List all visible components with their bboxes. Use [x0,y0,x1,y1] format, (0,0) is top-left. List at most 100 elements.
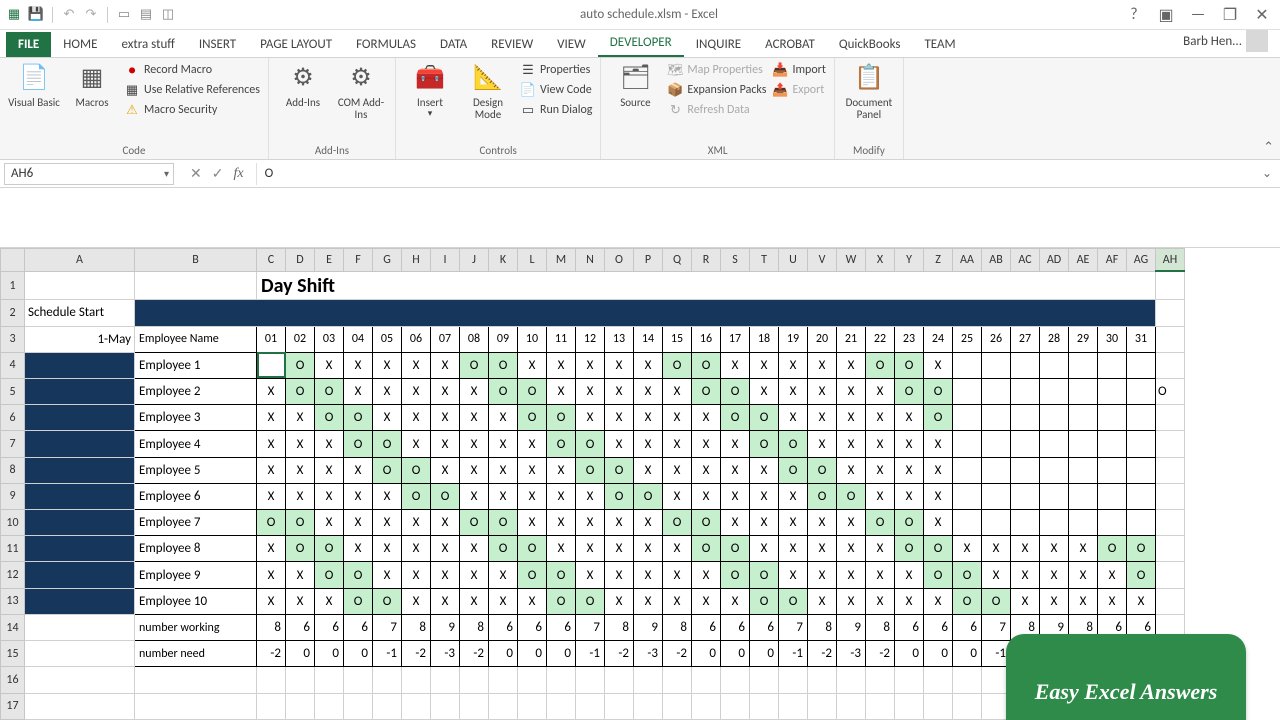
schedule-cell[interactable]: O [692,536,721,562]
schedule-cell[interactable]: O [924,536,953,562]
schedule-cell[interactable]: X [286,405,315,431]
close-icon[interactable]: ✕ [1250,5,1274,25]
col-header[interactable]: P [634,249,663,272]
schedule-cell[interactable]: O [663,352,692,378]
cancel-icon[interactable]: ✕ [190,165,202,182]
schedule-cell[interactable]: X [634,431,663,457]
schedule-cell[interactable]: X [576,562,605,588]
schedule-cell[interactable]: X [634,536,663,562]
schedule-cell[interactable]: X [779,405,808,431]
schedule-cell[interactable]: O [924,405,953,431]
addins-button[interactable]: ⚙Add-Ins [277,62,329,109]
schedule-cell[interactable]: O [431,483,460,509]
schedule-cell[interactable]: X [1011,588,1040,614]
schedule-cell[interactable] [1098,405,1127,431]
schedule-cell[interactable]: X [576,378,605,404]
refresh-data-button[interactable]: ↻Refresh Data [667,102,766,118]
schedule-cell[interactable]: O [721,536,750,562]
need-cell[interactable]: 0 [692,641,721,667]
chevron-down-icon[interactable]: ▾ [164,167,169,180]
schedule-cell[interactable] [1011,405,1040,431]
col-header[interactable]: E [315,249,344,272]
schedule-cell[interactable]: X [402,588,431,614]
com-addins-button[interactable]: ⚙COM Add-Ins [335,62,387,121]
col-header[interactable]: A [25,249,135,272]
schedule-cell[interactable]: X [344,352,373,378]
employee-name[interactable]: Employee 5 [135,457,257,483]
schedule-cell[interactable]: O [895,510,924,536]
schedule-cell[interactable]: X [315,588,344,614]
fx-icon[interactable]: fx [233,166,243,182]
schedule-cell[interactable]: X [402,378,431,404]
schedule-cell[interactable]: O [750,405,779,431]
row-header[interactable]: 11 [1,536,25,562]
schedule-cell[interactable]: X [837,378,866,404]
schedule-cell[interactable]: X [489,405,518,431]
schedule-cell[interactable] [1011,378,1040,404]
tab-home[interactable]: HOME [51,32,109,57]
schedule-cell[interactable]: X [634,510,663,536]
schedule-cell[interactable] [1127,378,1156,404]
schedule-cell[interactable]: X [402,405,431,431]
need-cell[interactable]: 0 [489,641,518,667]
schedule-cell[interactable]: X [1127,588,1156,614]
schedule-cell[interactable]: X [721,457,750,483]
schedule-cell[interactable]: X [924,588,953,614]
schedule-cell[interactable]: X [373,378,402,404]
schedule-cell[interactable] [953,510,982,536]
schedule-cell[interactable]: X [518,431,547,457]
schedule-cell[interactable]: X [605,562,634,588]
row-header[interactable]: 8 [1,457,25,483]
employee-name[interactable]: Employee 3 [135,405,257,431]
schedule-cell[interactable]: X [1011,536,1040,562]
schedule-cell[interactable]: O [953,562,982,588]
schedule-cell[interactable]: X [808,405,837,431]
need-cell[interactable]: 0 [721,641,750,667]
schedule-cell[interactable]: O [286,536,315,562]
schedule-cell[interactable] [953,457,982,483]
schedule-cell[interactable]: X [808,536,837,562]
schedule-cell[interactable] [982,483,1011,509]
schedule-cell[interactable]: O [1098,536,1127,562]
schedule-cell[interactable]: X [431,510,460,536]
schedule-cell[interactable]: X [402,562,431,588]
working-cell[interactable]: 6 [895,614,924,640]
schedule-cell[interactable]: X [837,457,866,483]
working-cell[interactable]: 9 [837,614,866,640]
schedule-cell[interactable] [1127,352,1156,378]
schedule-cell[interactable]: O [344,405,373,431]
tab-insert[interactable]: INSERT [187,32,248,57]
need-cell[interactable]: -2 [402,641,431,667]
schedule-cell[interactable]: X [315,431,344,457]
schedule-cell[interactable]: X [431,588,460,614]
schedule-cell[interactable]: X [837,588,866,614]
need-cell[interactable]: -2 [808,641,837,667]
schedule-cell[interactable]: X [750,457,779,483]
employee-name[interactable]: Employee 9 [135,562,257,588]
name-box[interactable]: AH6▾ [4,163,174,185]
schedule-cell[interactable] [1069,483,1098,509]
working-cell[interactable]: 6 [344,614,373,640]
cell[interactable] [1156,536,1185,562]
schedule-cell[interactable]: X [953,536,982,562]
schedule-cell[interactable] [1011,457,1040,483]
col-header[interactable]: AG [1127,249,1156,272]
schedule-cell[interactable] [953,378,982,404]
design-mode-button[interactable]: 📐Design Mode [462,62,514,121]
schedule-cell[interactable] [1098,378,1127,404]
schedule-cell[interactable] [1011,510,1040,536]
schedule-cell[interactable]: X [605,536,634,562]
cell[interactable] [1156,510,1185,536]
schedule-cell[interactable]: O [315,405,344,431]
col-header[interactable]: Q [663,249,692,272]
schedule-cell[interactable]: O [547,588,576,614]
need-cell[interactable]: -1 [576,641,605,667]
schedule-cell[interactable]: X [808,431,837,457]
schedule-cell[interactable]: X [605,378,634,404]
schedule-cell[interactable]: O [750,562,779,588]
working-cell[interactable]: 6 [518,614,547,640]
schedule-cell[interactable]: X [837,431,866,457]
schedule-cell[interactable]: O [808,457,837,483]
schedule-cell[interactable]: O [460,352,489,378]
schedule-cell[interactable]: X [866,588,895,614]
